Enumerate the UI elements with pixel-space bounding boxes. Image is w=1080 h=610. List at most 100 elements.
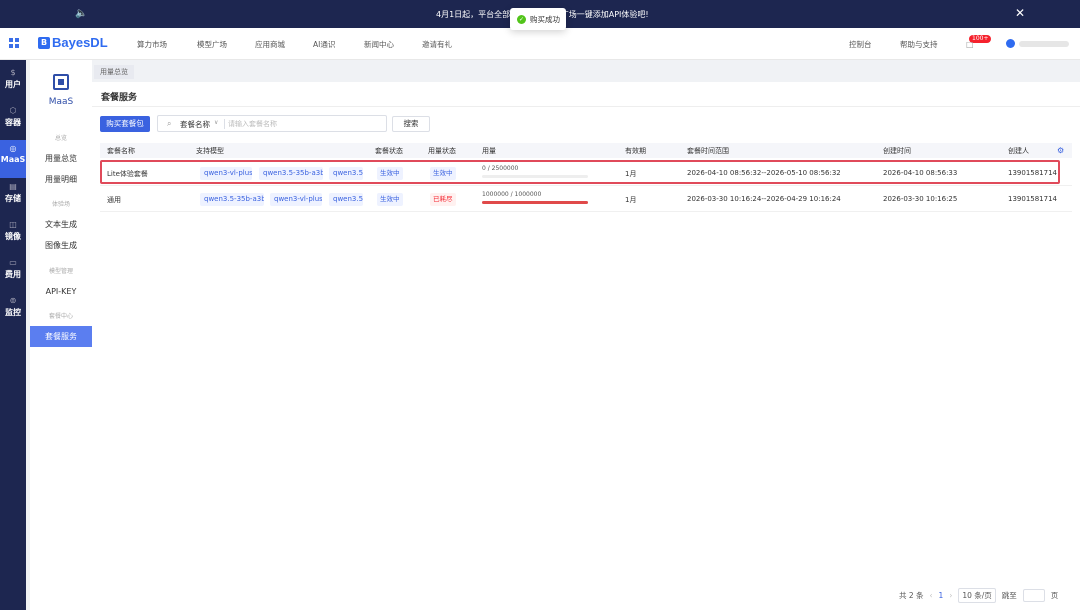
usage-status-badge: 生效中 <box>430 167 456 180</box>
nav-item-invite[interactable]: 邀请有礼 <box>422 39 452 50</box>
bell-icon[interactable]: □ <box>966 40 974 49</box>
sidebar-item-usage-detail[interactable]: 用量明细 <box>30 169 92 190</box>
column-header: 套餐时间范围 <box>687 147 729 155</box>
mirror-icon: ◫ <box>9 220 17 229</box>
sidebar-item-usage-overview[interactable]: 用量总览 <box>30 148 92 169</box>
monitor-icon: ⊚ <box>9 296 17 305</box>
target-icon: ◎ <box>9 144 17 153</box>
rail-item-label: 监控 <box>5 308 21 317</box>
rail-item-user[interactable]: $ 用户 <box>0 64 26 102</box>
validity: 1月 <box>625 196 637 204</box>
page-unit-label: 页 <box>1050 591 1059 600</box>
total-count: 共 2 条 <box>899 591 924 600</box>
top-navigation: B BayesDL 算力市场 模型广场 应用商城 AI通识 新闻中心 邀请有礼 … <box>0 28 1080 60</box>
rail-item-label: 费用 <box>5 270 21 279</box>
model-tag: qwen3.5- <box>329 193 363 206</box>
model-tag: qwen3-vl-plus <box>200 167 252 180</box>
group-label-package-center: 套餐中心 <box>48 313 73 320</box>
logo-mark-icon: B <box>38 36 50 49</box>
rail-item-label: 存储 <box>5 194 21 203</box>
nav-item-compute-market[interactable]: 算力市场 <box>137 39 167 50</box>
sidebar-item-package-service[interactable]: 套餐服务 <box>30 326 92 347</box>
column-header: 套餐状态 <box>375 147 403 155</box>
pagination: 共 2 条 ‹ 1 › 10 条/页 跳至 页 <box>899 588 1058 603</box>
storage-icon: ▤ <box>9 182 17 191</box>
validity: 1月 <box>625 170 637 178</box>
model-tag: qwen3-vl-plus <box>270 193 322 206</box>
user-name-redacted[interactable] <box>1019 41 1069 47</box>
rail-item-billing[interactable]: ▭ 费用 <box>0 254 26 292</box>
divider <box>92 106 1080 107</box>
package-name: 通用 <box>107 196 121 204</box>
rail-item-monitor[interactable]: ⊚ 监控 <box>0 292 26 330</box>
rail-item-storage[interactable]: ▤ 存储 <box>0 178 26 216</box>
divider <box>224 119 225 129</box>
usage-text: 0 / 2500000 <box>482 165 519 172</box>
column-header: 用量 <box>482 147 496 155</box>
creator: 13901581714 <box>1008 169 1057 177</box>
rail-item-label: MaaS <box>0 155 26 164</box>
column-header: 套餐名称 <box>107 147 135 155</box>
usage-progress-bar <box>482 175 588 178</box>
table-header: 套餐名称 支持模型 套餐状态 用量状态 用量 有效期 套餐时间范围 创建时间 创… <box>100 143 1072 158</box>
created-time: 2026-04-10 08:56:33 <box>883 169 958 177</box>
filter-field-select[interactable]: 套餐名称 <box>180 119 210 130</box>
rail-item-image[interactable]: ◫ 镜像 <box>0 216 26 254</box>
logo[interactable]: B BayesDL <box>38 35 108 50</box>
buy-package-button[interactable]: 购买套餐包 <box>100 116 150 132</box>
console-link[interactable]: 控制台 <box>849 39 872 50</box>
chevron-right-icon[interactable]: › <box>949 591 952 600</box>
creator: 13901581714 <box>1008 195 1057 203</box>
nav-item-ai-basics[interactable]: AI通识 <box>313 39 335 50</box>
app-grid-icon[interactable] <box>9 38 19 48</box>
tab-usage-overview[interactable]: 用量总览 <box>94 65 134 79</box>
search-input[interactable] <box>228 117 378 130</box>
rail-item-maas[interactable]: ◎ MaaS <box>0 140 26 178</box>
usage-progress-bar <box>482 201 588 204</box>
nav-item-model-square[interactable]: 模型广场 <box>197 39 227 50</box>
model-tag: qwen3.5-35b-a3b <box>259 167 323 180</box>
column-header: 支持模型 <box>196 147 224 155</box>
avatar[interactable] <box>1006 39 1015 48</box>
toast-text: 购买成功 <box>530 14 560 24</box>
sidebar-item-text-generation[interactable]: 文本生成 <box>30 214 92 235</box>
search-bar: ⌕ 套餐名称 ∨ <box>157 115 387 132</box>
page-size-select[interactable]: 10 条/页 <box>958 588 996 603</box>
rail-item-label: 镜像 <box>5 232 21 241</box>
rail-item-container[interactable]: ⬡ 容器 <box>0 102 26 140</box>
wallet-icon: ▭ <box>9 258 17 267</box>
check-circle-icon: ✓ <box>517 14 526 24</box>
success-toast: ✓ 购买成功 <box>510 8 566 30</box>
package-name: Lite体验套餐 <box>107 170 148 178</box>
sidebar-item-api-key[interactable]: API-KEY <box>30 281 92 302</box>
primary-sidebar: $ 用户 ⬡ 容器 ◎ MaaS ▤ 存储 ◫ 镜像 ▭ 费用 ⊚ 监控 <box>0 60 26 610</box>
goto-page-input[interactable] <box>1022 589 1045 602</box>
goto-label: 跳至 <box>1001 591 1017 600</box>
chevron-down-icon[interactable]: ∨ <box>214 119 218 126</box>
group-label-overview: 总览 <box>54 135 67 142</box>
page-number[interactable]: 1 <box>939 591 944 600</box>
main-panel: 套餐服务 购买套餐包 ⌕ 套餐名称 ∨ 搜索 套餐名称 支持模型 套餐状态 用量… <box>92 82 1080 610</box>
usage-text: 1000000 / 1000000 <box>482 191 542 198</box>
rail-item-label: 容器 <box>5 118 21 127</box>
created-time: 2026-03-30 10:16:25 <box>883 195 958 203</box>
column-header: 有效期 <box>625 147 646 155</box>
table-row[interactable]: Lite体验套餐 qwen3-vl-plus qwen3.5-35b-a3b q… <box>100 161 1072 186</box>
group-label-model-management: 模型管理 <box>48 268 73 275</box>
secondary-sidebar: MaaS 总览 用量总览 用量明细 体验场 文本生成 图像生成 模型管理 API… <box>30 60 92 610</box>
close-icon[interactable]: ✕ <box>1015 6 1025 20</box>
page-title: 套餐服务 <box>101 93 138 103</box>
nav-item-app-store[interactable]: 应用商城 <box>255 39 285 50</box>
nav-item-news[interactable]: 新闻中心 <box>364 39 394 50</box>
help-support-link[interactable]: 帮助与支持 <box>900 39 938 50</box>
table-row[interactable]: 通用 qwen3.5-35b-a3b qwen3-vl-plus qwen3.5… <box>100 187 1072 212</box>
sidebar-item-image-generation[interactable]: 图像生成 <box>30 235 92 256</box>
maas-icon <box>53 74 69 90</box>
column-header: 用量状态 <box>428 147 456 155</box>
model-tag: qwen3.5-35b-a3b <box>200 193 264 206</box>
column-settings-icon[interactable]: ⚙ <box>1057 146 1064 155</box>
status-badge: 生效中 <box>377 193 403 206</box>
chevron-left-icon[interactable]: ‹ <box>930 591 933 600</box>
cube-icon: ⬡ <box>9 106 17 115</box>
search-button[interactable]: 搜索 <box>392 116 430 132</box>
